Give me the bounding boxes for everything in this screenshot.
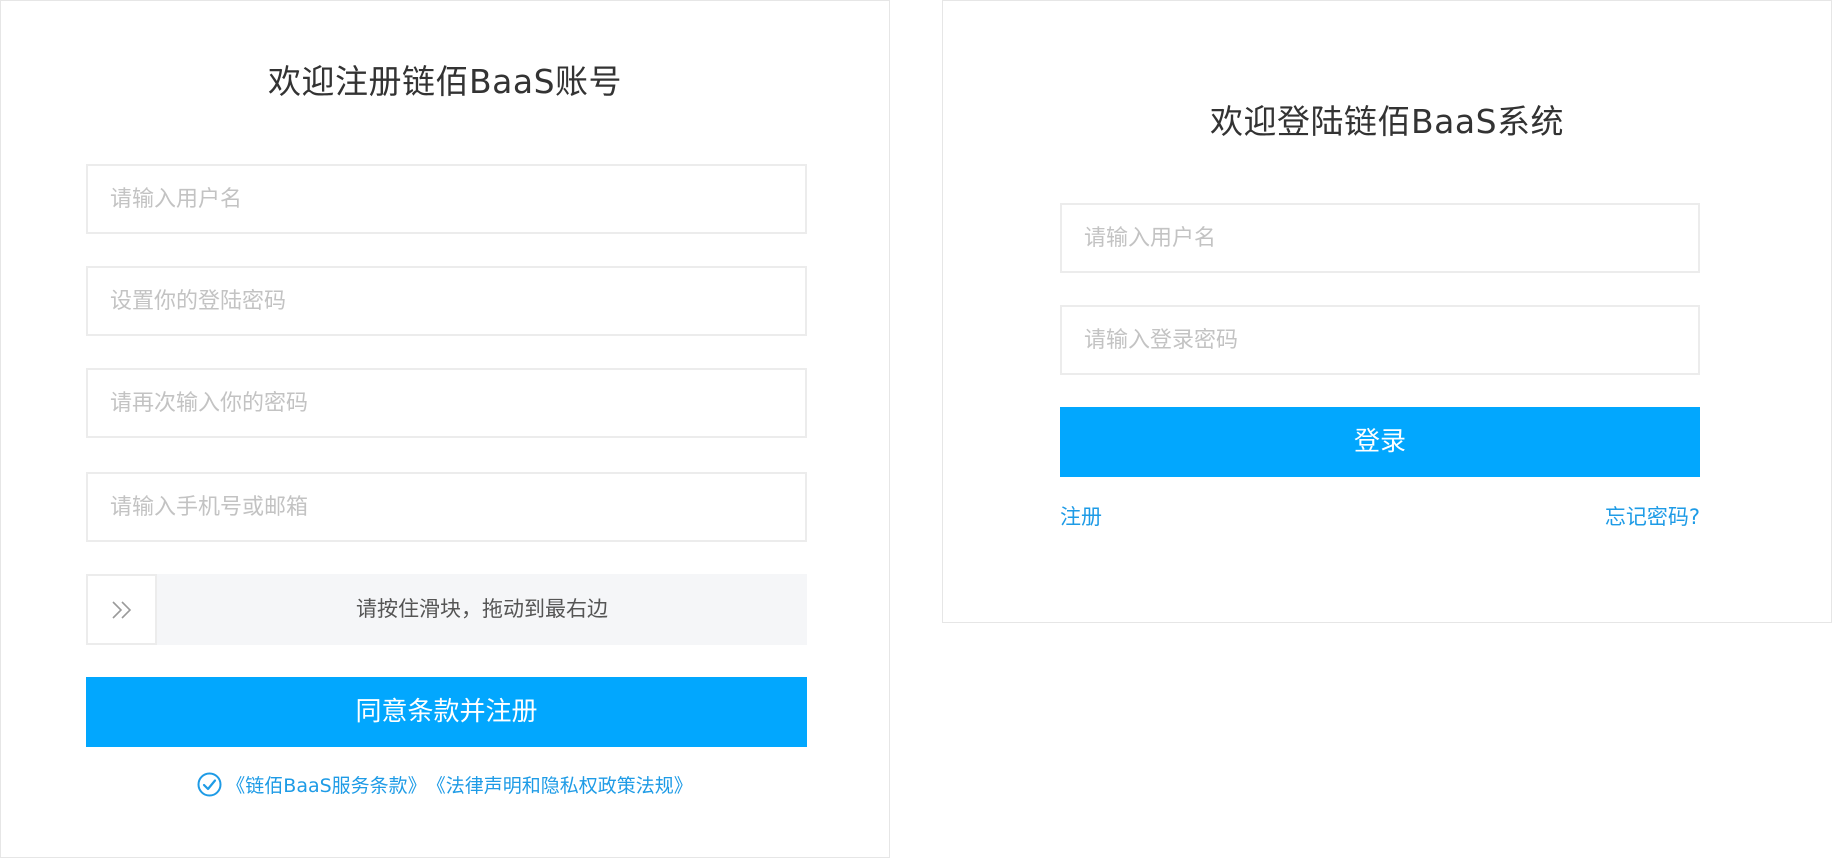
register-title: 欢迎注册链佰BaaS账号 bbox=[267, 62, 623, 101]
login-password-input[interactable] bbox=[1060, 305, 1700, 375]
register-panel: 欢迎注册链佰BaaS账号 请按住滑块，拖动到最右边 同意条款并注册 《链佰Baa bbox=[0, 0, 890, 858]
terms-agreement: 《链佰BaaS服务条款》 《法律声明和隐私权政策法规》 bbox=[1, 771, 889, 803]
agree-and-register-button[interactable]: 同意条款并注册 bbox=[86, 677, 807, 747]
register-link[interactable]: 注册 bbox=[1060, 501, 1102, 531]
register-confirm-password-input[interactable] bbox=[86, 368, 807, 438]
login-username-input[interactable] bbox=[1060, 203, 1700, 273]
forgot-password-link[interactable]: 忘记密码? bbox=[1605, 501, 1700, 531]
login-panel: 欢迎登陆链佰BaaS系统 登录 注册 忘记密码? bbox=[942, 0, 1832, 623]
double-chevron-right-icon bbox=[109, 599, 135, 621]
check-circle-icon[interactable] bbox=[197, 772, 222, 797]
login-links: 注册 忘记密码? bbox=[1060, 501, 1700, 531]
login-title: 欢迎登陆链佰BaaS系统 bbox=[1209, 102, 1565, 141]
register-username-input[interactable] bbox=[86, 164, 807, 234]
privacy-policy-link[interactable]: 《法律声明和隐私权政策法规》 bbox=[427, 771, 693, 798]
slider-handle[interactable] bbox=[86, 574, 157, 645]
register-password-input[interactable] bbox=[86, 266, 807, 336]
register-phone-email-input[interactable] bbox=[86, 472, 807, 542]
slider-captcha: 请按住滑块，拖动到最右边 bbox=[86, 574, 807, 645]
slider-instruction: 请按住滑块，拖动到最右边 bbox=[356, 597, 608, 621]
login-button[interactable]: 登录 bbox=[1060, 407, 1700, 477]
service-terms-link[interactable]: 《链佰BaaS服务条款》 bbox=[226, 771, 426, 798]
